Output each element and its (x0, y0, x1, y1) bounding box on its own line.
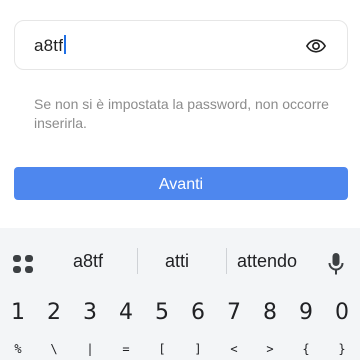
suggestion-divider (137, 248, 138, 274)
suggestion-divider (226, 248, 227, 274)
key-greater-than[interactable]: > (252, 342, 288, 356)
key-7[interactable]: 7 (216, 300, 252, 325)
microphone-icon[interactable] (327, 252, 345, 276)
suggestion-1[interactable]: a8tf (73, 251, 103, 272)
key-1[interactable]: 1 (0, 300, 36, 325)
password-input[interactable]: a8tf (14, 20, 348, 70)
key-2[interactable]: 2 (36, 300, 72, 325)
key-right-brace[interactable]: } (324, 342, 360, 356)
text-caret (64, 35, 66, 54)
symbol-row: % \ | = [ ] < > { } (0, 342, 360, 360)
password-value: a8tf (34, 36, 64, 55)
suggestion-3[interactable]: attendo (237, 251, 297, 272)
key-percent[interactable]: % (0, 342, 36, 356)
number-row: 1 2 3 4 5 6 7 8 9 0 (0, 300, 360, 332)
key-left-brace[interactable]: { (288, 342, 324, 356)
key-right-bracket[interactable]: ] (180, 342, 216, 356)
password-hint: Se non si è impostata la password, non o… (34, 96, 329, 131)
key-3[interactable]: 3 (72, 300, 108, 325)
key-less-than[interactable]: < (216, 342, 252, 356)
key-9[interactable]: 9 (288, 300, 324, 325)
key-5[interactable]: 5 (144, 300, 180, 325)
key-6[interactable]: 6 (180, 300, 216, 325)
key-pipe[interactable]: | (72, 342, 108, 356)
password-form: a8tf Se non si è impostata la password, … (0, 0, 360, 228)
eye-icon[interactable] (305, 35, 327, 57)
key-left-bracket[interactable]: [ (144, 342, 180, 356)
key-8[interactable]: 8 (252, 300, 288, 325)
key-4[interactable]: 4 (108, 300, 144, 325)
key-backslash[interactable]: \ (36, 342, 72, 356)
avanti-button[interactable]: Avanti (14, 167, 348, 200)
key-equals[interactable]: = (108, 342, 144, 356)
suggestion-2[interactable]: atti (165, 251, 189, 272)
suggestion-strip: a8tf atti attendo (0, 228, 360, 296)
key-0[interactable]: 0 (324, 300, 360, 325)
